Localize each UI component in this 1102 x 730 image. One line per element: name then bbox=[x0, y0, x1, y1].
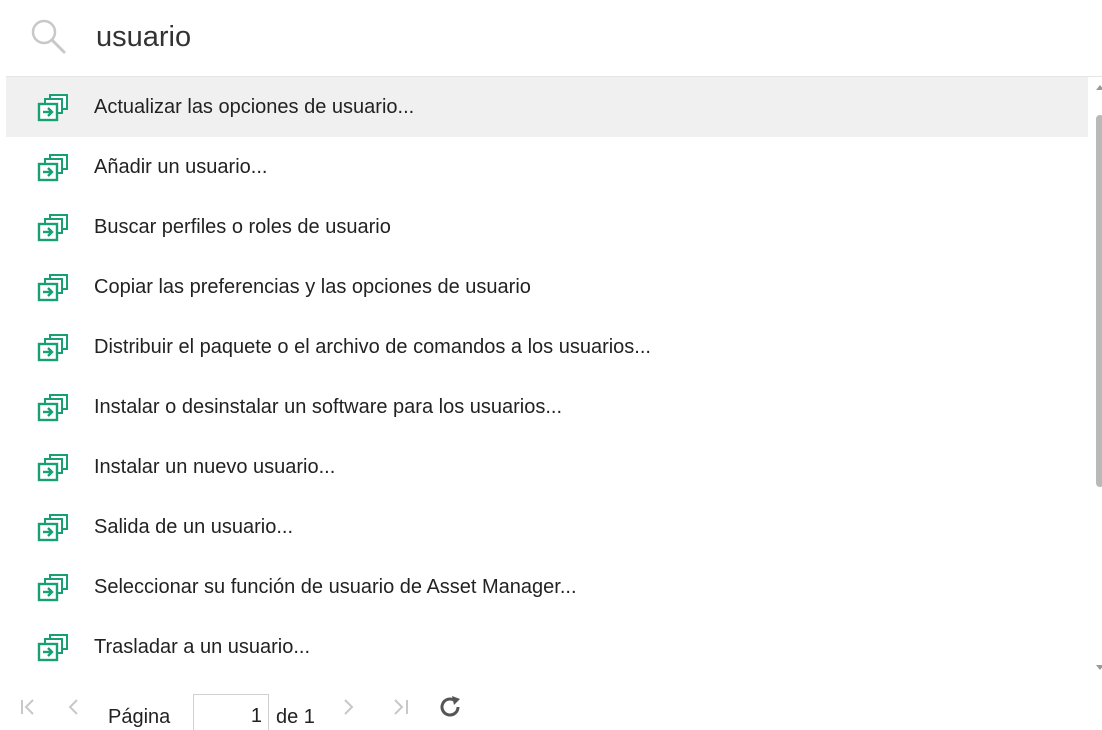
list-item[interactable]: Seleccionar su función de usuario de Ass… bbox=[6, 557, 1088, 617]
vertical-scrollbar[interactable] bbox=[1092, 77, 1102, 681]
scroll-up-arrow-icon[interactable] bbox=[1096, 85, 1102, 90]
wizard-icon bbox=[37, 634, 68, 662]
wizard-icon bbox=[37, 394, 68, 422]
list-item[interactable]: Instalar un nuevo usuario... bbox=[6, 437, 1088, 497]
refresh-icon[interactable] bbox=[438, 694, 464, 720]
wizard-icon bbox=[37, 454, 68, 482]
search-bar bbox=[0, 0, 1102, 72]
wizard-icon bbox=[37, 334, 68, 362]
first-page-icon[interactable] bbox=[18, 694, 38, 720]
list-item-label: Instalar o desinstalar un software para … bbox=[94, 396, 563, 418]
list-item-label: Buscar perfiles o roles de usuario bbox=[94, 216, 391, 238]
list-item[interactable]: Instalar o desinstalar un software para … bbox=[6, 377, 1088, 437]
next-page-icon[interactable] bbox=[338, 694, 358, 720]
list-item-label: Trasladar a un usuario... bbox=[94, 636, 311, 658]
page-number-input[interactable] bbox=[193, 694, 269, 730]
list-item[interactable]: Buscar perfiles o roles de usuario bbox=[6, 197, 1088, 257]
pagination-bar: Página de 1 bbox=[0, 690, 520, 730]
list-item[interactable]: Actualizar las opciones de usuario... bbox=[6, 77, 1088, 137]
wizard-icon bbox=[37, 574, 68, 602]
wizard-icon bbox=[37, 274, 68, 302]
page-label: Página bbox=[108, 706, 171, 728]
search-icon bbox=[31, 19, 66, 54]
wizard-icon bbox=[37, 214, 68, 242]
results-panel: Actualizar las opciones de usuario... Aña… bbox=[6, 76, 1102, 681]
scroll-thumb[interactable] bbox=[1096, 115, 1102, 487]
list-item-label: Instalar un nuevo usuario... bbox=[94, 456, 336, 478]
list-item-label: Copiar las preferencias y las opciones d… bbox=[94, 276, 531, 298]
list-item-label: Seleccionar su función de usuario de Ass… bbox=[94, 576, 577, 598]
list-item[interactable]: Añadir un usuario... bbox=[6, 137, 1088, 197]
list-item[interactable]: Trasladar a un usuario... bbox=[6, 617, 1088, 677]
scroll-down-arrow-icon[interactable] bbox=[1096, 665, 1102, 670]
wizard-icon bbox=[37, 94, 68, 122]
list-item-label: Actualizar las opciones de usuario... bbox=[94, 96, 415, 118]
last-page-icon[interactable] bbox=[390, 694, 412, 720]
list-item[interactable]: Salida de un usuario... bbox=[6, 497, 1088, 557]
previous-page-icon[interactable] bbox=[64, 694, 84, 720]
list-item-label: Salida de un usuario... bbox=[94, 516, 294, 538]
wizard-icon bbox=[37, 154, 68, 182]
wizard-icon bbox=[37, 514, 68, 542]
list-item-label: Distribuir el paquete o el archivo de co… bbox=[94, 336, 651, 358]
result-list: Actualizar las opciones de usuario... Aña… bbox=[6, 77, 1088, 681]
list-item-label: Añadir un usuario... bbox=[94, 156, 268, 178]
list-item[interactable]: Distribuir el paquete o el archivo de co… bbox=[6, 317, 1088, 377]
page-count-label: de 1 bbox=[276, 706, 315, 728]
search-input[interactable] bbox=[96, 14, 1076, 60]
list-item[interactable]: Copiar las preferencias y las opciones d… bbox=[6, 257, 1088, 317]
